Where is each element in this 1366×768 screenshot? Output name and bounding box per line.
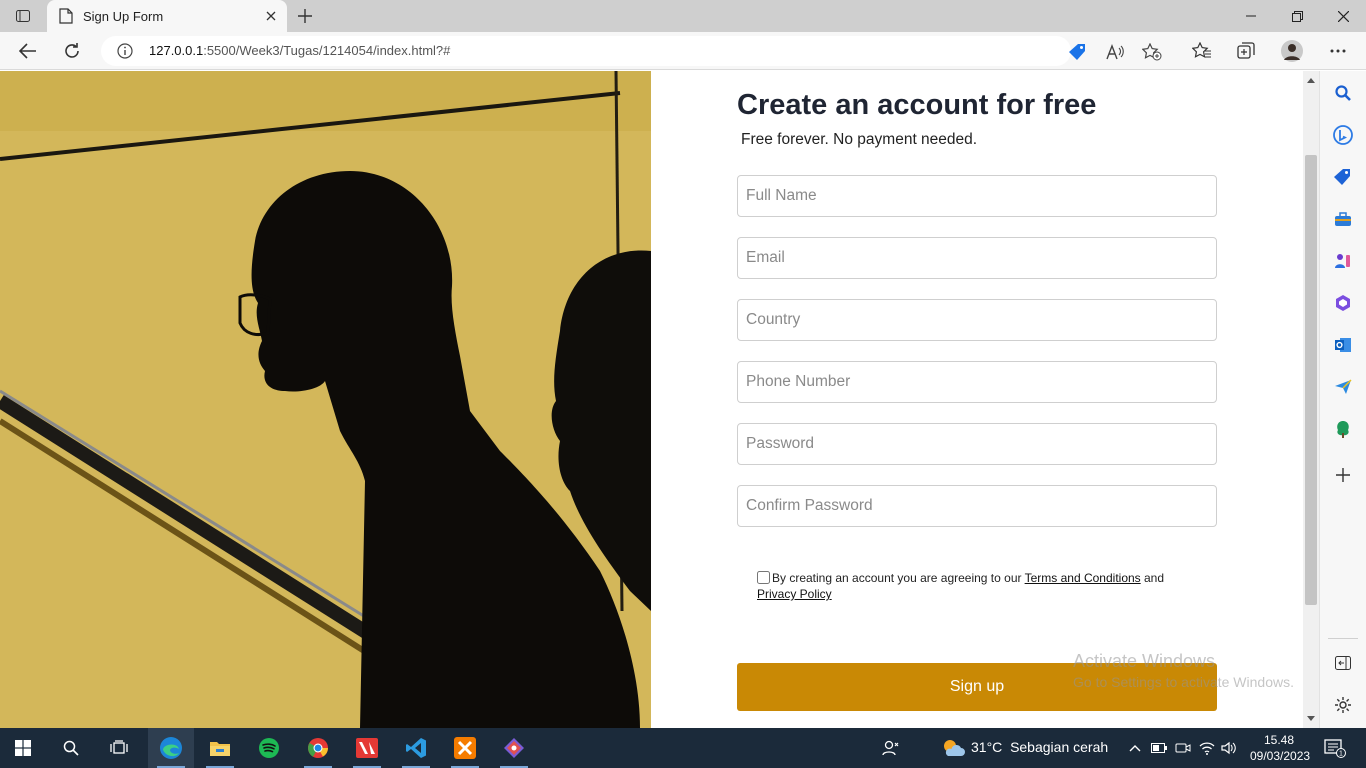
browser-toolbar: 127.0.0.1:5500/Week3/Tugas/1214054/index… <box>0 32 1366 70</box>
scroll-up-icon[interactable] <box>1306 75 1316 85</box>
notification-center-icon[interactable]: 1 <box>1324 738 1346 758</box>
people-icon[interactable] <box>882 738 900 758</box>
tools-toolbox-icon[interactable] <box>1332 208 1354 230</box>
more-options-icon[interactable] <box>1324 37 1352 65</box>
signup-form: Create an account for free Free forever.… <box>651 71 1303 728</box>
sidebar-divider <box>1328 638 1358 639</box>
scroll-down-icon[interactable] <box>1306 713 1316 723</box>
browser-tab-bar: Sign Up Form <box>0 0 1366 32</box>
minimize-icon[interactable] <box>1228 0 1274 32</box>
outlook-icon[interactable] <box>1332 334 1354 356</box>
full-name-field[interactable] <box>737 175 1217 217</box>
taskbar-clock[interactable]: 15.48 09/03/2023 <box>1250 732 1310 764</box>
bing-chat-icon[interactable] <box>1332 124 1354 146</box>
profile-avatar[interactable] <box>1278 37 1306 65</box>
page-icon <box>59 8 73 24</box>
volume-icon[interactable] <box>1220 738 1238 758</box>
agree-and-text: and <box>1140 571 1165 585</box>
taskbar-chrome-icon[interactable] <box>295 728 341 768</box>
agree-text: By creating an account you are agreeing … <box>772 571 1025 585</box>
taskbar-xampp-icon[interactable] <box>442 728 488 768</box>
add-favorite-icon[interactable] <box>1141 41 1163 63</box>
confirm-password-field[interactable] <box>737 485 1217 527</box>
task-view-icon[interactable] <box>96 728 142 768</box>
taskbar-file-explorer-icon[interactable] <box>197 728 243 768</box>
url-text: 127.0.0.1:5500/Week3/Tugas/1214054/index… <box>149 43 451 58</box>
favorites-icon[interactable] <box>1188 37 1216 65</box>
tab-actions-icon[interactable] <box>12 6 34 26</box>
games-icon[interactable] <box>1332 250 1354 272</box>
new-tab-icon[interactable] <box>292 4 318 28</box>
terms-link[interactable]: Terms and Conditions <box>1025 571 1141 585</box>
site-info-icon[interactable] <box>117 43 133 59</box>
battery-icon[interactable] <box>1150 738 1168 758</box>
sidebar-settings-gear-icon[interactable] <box>1332 694 1354 716</box>
coupon-tag-icon[interactable] <box>1067 41 1089 63</box>
form-subtitle: Free forever. No payment needed. <box>741 131 978 148</box>
browser-tab[interactable]: Sign Up Form <box>47 0 287 32</box>
weather-text[interactable]: 31°C Sebagian cerah <box>971 739 1108 755</box>
taskbar-spotify-icon[interactable] <box>246 728 292 768</box>
close-window-icon[interactable] <box>1320 0 1366 32</box>
privacy-link[interactable]: Privacy Policy <box>757 587 832 601</box>
agree-checkbox[interactable] <box>757 571 770 584</box>
taskbar-vscode-icon[interactable] <box>393 728 439 768</box>
silhouette-photo <box>0 71 651 728</box>
microsoft-365-icon[interactable] <box>1332 292 1354 314</box>
collections-icon[interactable] <box>1232 37 1260 65</box>
email-field[interactable] <box>737 237 1217 279</box>
page-viewport: Create an account for free Free forever.… <box>0 71 1319 728</box>
weather-icon[interactable] <box>940 738 966 758</box>
terms-agreement: By creating an account you are agreeing … <box>757 570 1197 602</box>
taskbar-git-gui-icon[interactable] <box>491 728 537 768</box>
taskbar-search-icon[interactable] <box>48 728 94 768</box>
svg-text:1: 1 <box>1339 751 1343 758</box>
tab-title: Sign Up Form <box>83 8 164 24</box>
refresh-icon[interactable] <box>58 37 86 65</box>
send-drop-icon[interactable] <box>1332 376 1354 398</box>
back-arrow-icon[interactable] <box>14 37 42 65</box>
tree-icon[interactable] <box>1332 418 1354 440</box>
read-aloud-icon[interactable] <box>1104 41 1126 63</box>
shopping-tag-icon[interactable] <box>1332 166 1354 188</box>
form-title: Create an account for free <box>737 89 1097 121</box>
scrollbar-thumb[interactable] <box>1305 155 1317 605</box>
signup-button[interactable]: Sign up <box>737 663 1217 711</box>
add-sidebar-app-icon[interactable] <box>1332 464 1354 486</box>
windows-taskbar: 31°C Sebagian cerah 15.48 09/03/2023 1 <box>0 728 1366 768</box>
address-bar[interactable]: 127.0.0.1:5500/Week3/Tugas/1214054/index… <box>101 36 1162 66</box>
show-hidden-icons-chevron-icon[interactable] <box>1126 738 1144 758</box>
phone-number-field[interactable] <box>737 361 1217 403</box>
wifi-icon[interactable] <box>1198 738 1216 758</box>
windows-start-icon[interactable] <box>0 728 46 768</box>
hide-sidebar-icon[interactable] <box>1332 652 1354 674</box>
password-field[interactable] <box>737 423 1217 465</box>
taskbar-valorant-icon[interactable] <box>344 728 390 768</box>
hero-photo <box>0 71 651 728</box>
search-icon[interactable] <box>1332 82 1354 104</box>
taskbar-edge-icon[interactable] <box>148 728 194 768</box>
restore-icon[interactable] <box>1274 0 1320 32</box>
webcam-icon[interactable] <box>1174 738 1192 758</box>
page-scrollbar[interactable] <box>1303 71 1319 728</box>
tab-close-icon[interactable] <box>259 4 283 28</box>
edge-sidebar <box>1319 71 1366 728</box>
country-field[interactable] <box>737 299 1217 341</box>
